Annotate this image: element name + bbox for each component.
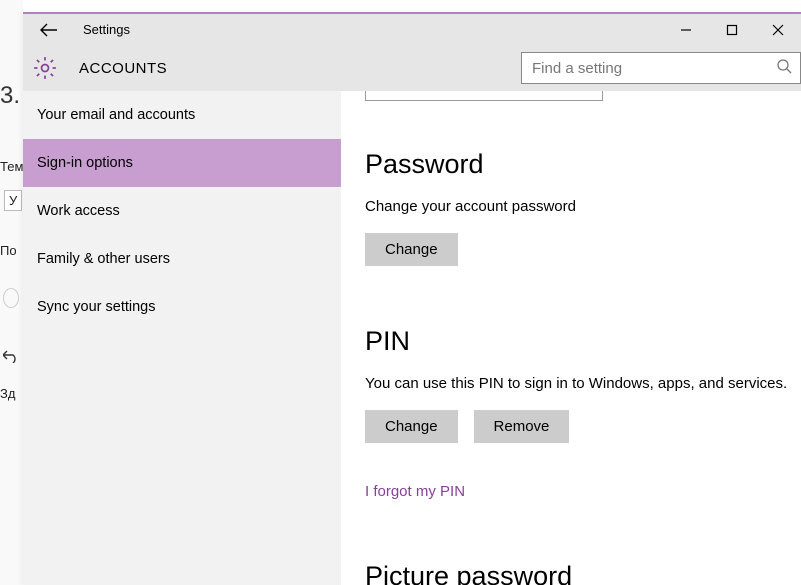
body: Your email and accounts Sign-in options … [23, 91, 801, 585]
search-wrap [521, 52, 801, 84]
window-controls [663, 14, 801, 45]
sidebar-item-label: Family & other users [37, 251, 170, 267]
sidebar: Your email and accounts Sign-in options … [23, 91, 341, 585]
bg-number: 3. [0, 82, 20, 110]
pin-remove-button[interactable]: Remove [474, 410, 570, 443]
content-pane: Password Change your account password Ch… [341, 91, 801, 585]
sidebar-item-email-accounts[interactable]: Your email and accounts [23, 91, 341, 139]
pin-heading: PIN [365, 326, 801, 357]
sidebar-item-sync-settings[interactable]: Sync your settings [23, 283, 341, 331]
bg-circle [3, 288, 19, 308]
titlebar: Settings [23, 14, 801, 45]
search-box[interactable] [521, 52, 801, 84]
maximize-button[interactable] [709, 14, 755, 45]
sidebar-item-signin-options[interactable]: Sign-in options [23, 139, 341, 187]
settings-window: Settings ACCOUNTS [23, 12, 801, 585]
gear-icon [31, 54, 59, 82]
header: ACCOUNTS [23, 45, 801, 91]
close-button[interactable] [755, 14, 801, 45]
search-input[interactable] [532, 60, 770, 77]
sidebar-item-work-access[interactable]: Work access [23, 187, 341, 235]
picture-password-heading: Picture password [365, 561, 801, 585]
undo-icon [3, 349, 19, 366]
password-desc: Change your account password [365, 198, 801, 215]
pin-desc: You can use this PIN to sign in to Windo… [365, 375, 801, 392]
minimize-button[interactable] [663, 14, 709, 45]
bg-text-2: У [4, 190, 22, 211]
page-title: ACCOUNTS [79, 60, 167, 77]
sidebar-item-label: Work access [37, 203, 120, 219]
password-change-button[interactable]: Change [365, 233, 458, 266]
bg-text-3: По [0, 243, 17, 258]
search-icon [776, 58, 792, 78]
forgot-pin-link[interactable]: I forgot my PIN [365, 483, 465, 500]
password-heading: Password [365, 149, 801, 180]
sidebar-item-family-users[interactable]: Family & other users [23, 235, 341, 283]
sidebar-item-label: Sync your settings [37, 299, 155, 315]
bg-text-1: Тем [0, 159, 23, 174]
pin-change-button[interactable]: Change [365, 410, 458, 443]
sidebar-item-label: Sign-in options [37, 155, 133, 171]
sidebar-item-label: Your email and accounts [37, 107, 195, 123]
window-title: Settings [83, 22, 130, 37]
back-button[interactable] [37, 23, 61, 37]
partial-field-above [365, 91, 603, 101]
background-app: 3. Тем У По Зд [0, 0, 23, 585]
bg-text-4: Зд [0, 386, 15, 401]
